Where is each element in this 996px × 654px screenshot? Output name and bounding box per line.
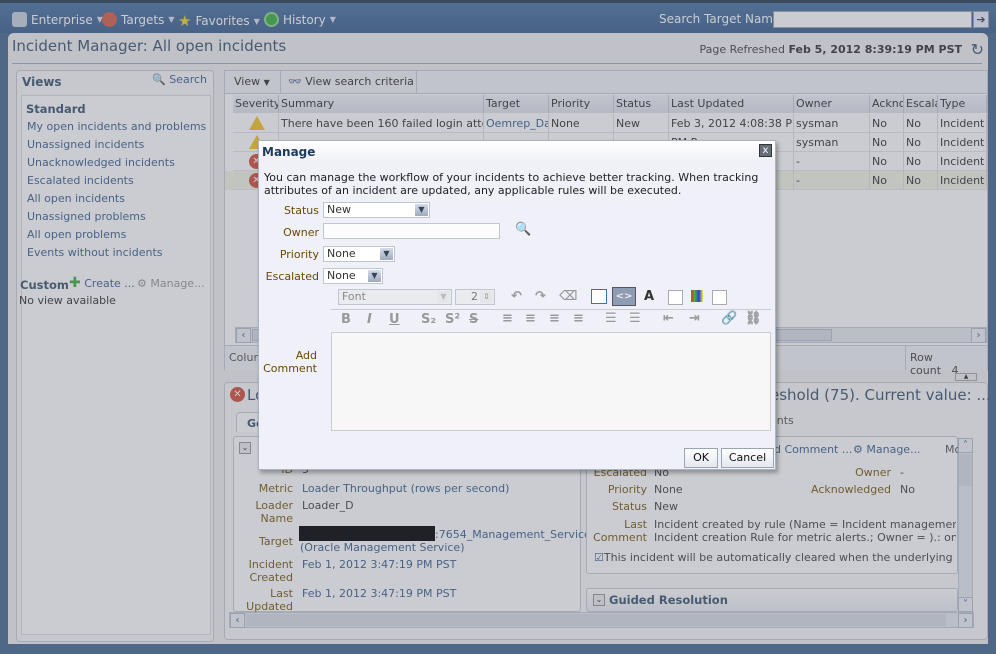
dialog-description: You can manage the workflow of your inci… — [264, 171, 759, 197]
escalated-label: Escalated — [265, 270, 319, 283]
rich-text-mode-icon[interactable] — [591, 289, 607, 304]
escalated-value: None — [327, 269, 356, 282]
align-right-icon: ≡ — [549, 311, 560, 326]
chevron-down-icon: ▼ — [380, 248, 393, 260]
owner-label: Owner — [283, 226, 319, 239]
redo-icon: ↷ — [535, 289, 546, 304]
background-color-swatch[interactable] — [712, 290, 727, 305]
status-select[interactable]: New ▼ — [323, 202, 430, 218]
status-value: New — [327, 203, 351, 216]
numbered-list-icon: ☰ — [629, 311, 641, 326]
owner-input[interactable] — [323, 223, 500, 239]
priority-label: Priority — [279, 248, 319, 261]
chevron-down-icon: ▼ — [415, 204, 428, 216]
strikethrough-icon: S — [469, 312, 479, 327]
priority-select[interactable]: None ▼ — [323, 246, 395, 262]
status-label: Status — [283, 204, 319, 217]
indent-icon: ⇥ — [689, 311, 700, 326]
subscript-icon: S₂ — [421, 312, 437, 327]
background-color-icon[interactable] — [691, 290, 703, 302]
bold-icon: B — [341, 312, 351, 327]
divider — [331, 309, 771, 310]
italic-icon: I — [367, 312, 372, 327]
chevron-down-icon: ▼ — [437, 291, 450, 303]
font-size-stepper: 2 ⇕ — [455, 289, 495, 305]
bullet-list-icon: ☰ — [605, 311, 617, 326]
link-icon: 🔗 — [721, 311, 738, 326]
escalated-select[interactable]: None ▼ — [323, 268, 383, 284]
font-select: Font ▼ — [338, 289, 452, 305]
underline-icon: U — [389, 312, 400, 327]
outdent-icon: ⇤ — [663, 311, 674, 326]
eraser-icon: ⌫ — [559, 289, 578, 304]
ok-button[interactable]: OK — [684, 448, 718, 468]
search-icon[interactable]: 🔍 — [515, 222, 531, 237]
chevron-down-icon: ▼ — [368, 270, 381, 282]
undo-icon: ↶ — [511, 289, 522, 304]
text-color-icon[interactable]: A — [644, 289, 654, 304]
close-icon[interactable]: x — [759, 144, 772, 157]
superscript-icon: S² — [445, 312, 461, 327]
justify-icon: ≡ — [573, 311, 584, 326]
manage-dialog: Manage x You can manage the workflow of … — [258, 140, 776, 470]
add-comment-label: Add Comment — [263, 349, 317, 375]
comment-textarea[interactable] — [331, 332, 771, 431]
source-mode-icon[interactable]: <> — [612, 287, 636, 306]
cancel-button[interactable]: Cancel — [721, 448, 774, 468]
font-value: Font — [342, 290, 366, 303]
align-left-icon: ≡ — [502, 311, 513, 326]
font-size-value: 2 — [471, 290, 478, 303]
priority-value: None — [327, 247, 356, 260]
dialog-title: Manage — [259, 141, 775, 163]
stepper-icon: ⇕ — [480, 291, 493, 303]
unlink-icon: ⛓ — [745, 311, 762, 326]
text-color-swatch[interactable] — [668, 290, 683, 305]
align-center-icon: ≡ — [525, 311, 536, 326]
